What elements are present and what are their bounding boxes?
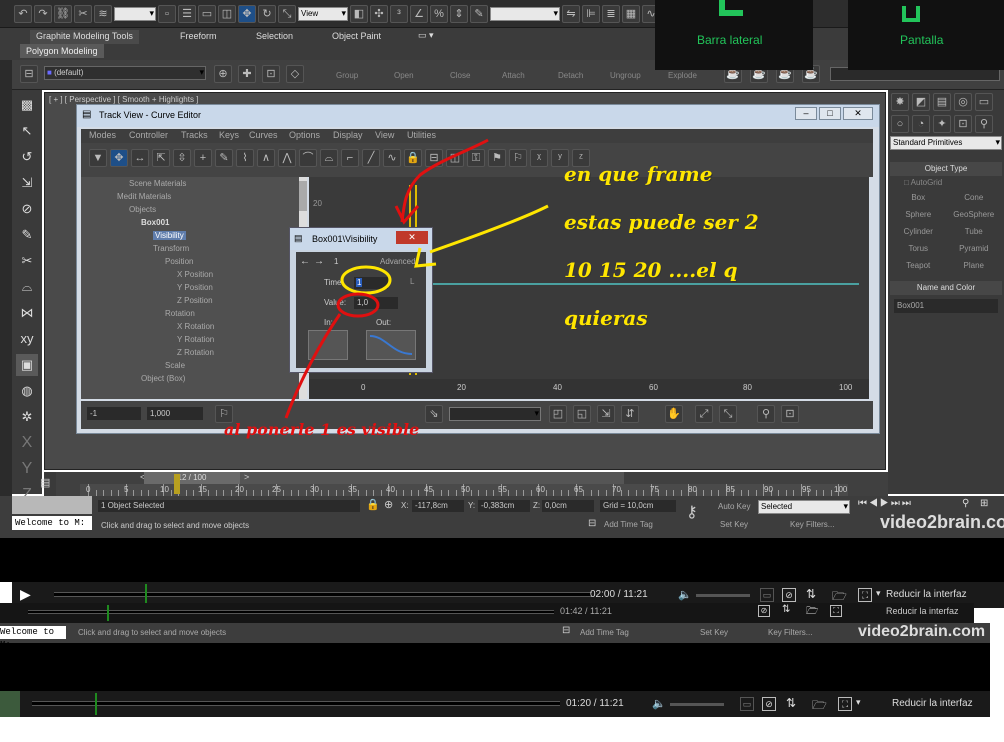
red-arrowhead [394, 205, 420, 225]
yellow-arrow-stroke [429, 204, 549, 254]
annotation-line-4: quieras [564, 306, 648, 330]
yellow-circle-time [340, 265, 392, 295]
annotation-strokes [284, 138, 549, 419]
annotation-line-1: en que frame [564, 162, 713, 186]
annotation-red-note: al ponerle 1 es visible [224, 420, 420, 439]
red-line-to-note [284, 313, 342, 419]
annotation-line-2: estas puede ser 2 [564, 210, 759, 234]
screen: ↶ ↷ ⛓ ✂ ≋ ▫ ☰ ▭ ◫ ✥ ↻ ⤡ View ◧ ✣ ³ ∠ % ⇕… [0, 0, 1004, 742]
red-circle-value [336, 292, 380, 318]
annotation-line-3: 10 15 20 ....el q [564, 258, 738, 282]
